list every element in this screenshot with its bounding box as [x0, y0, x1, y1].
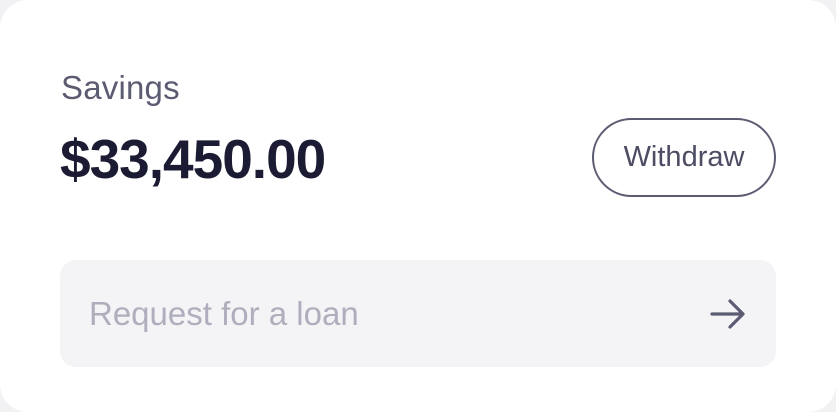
- withdraw-button[interactable]: Withdraw: [592, 118, 776, 197]
- savings-balance: $33,450.00: [60, 128, 326, 190]
- savings-label: Savings: [61, 69, 180, 106]
- request-loan-label: Request for a loan: [89, 295, 359, 332]
- request-loan-button[interactable]: Request for a loan: [60, 260, 776, 367]
- savings-card: Savings $33,450.00 Withdraw Request for …: [0, 0, 836, 412]
- arrow-right-icon: [710, 299, 745, 329]
